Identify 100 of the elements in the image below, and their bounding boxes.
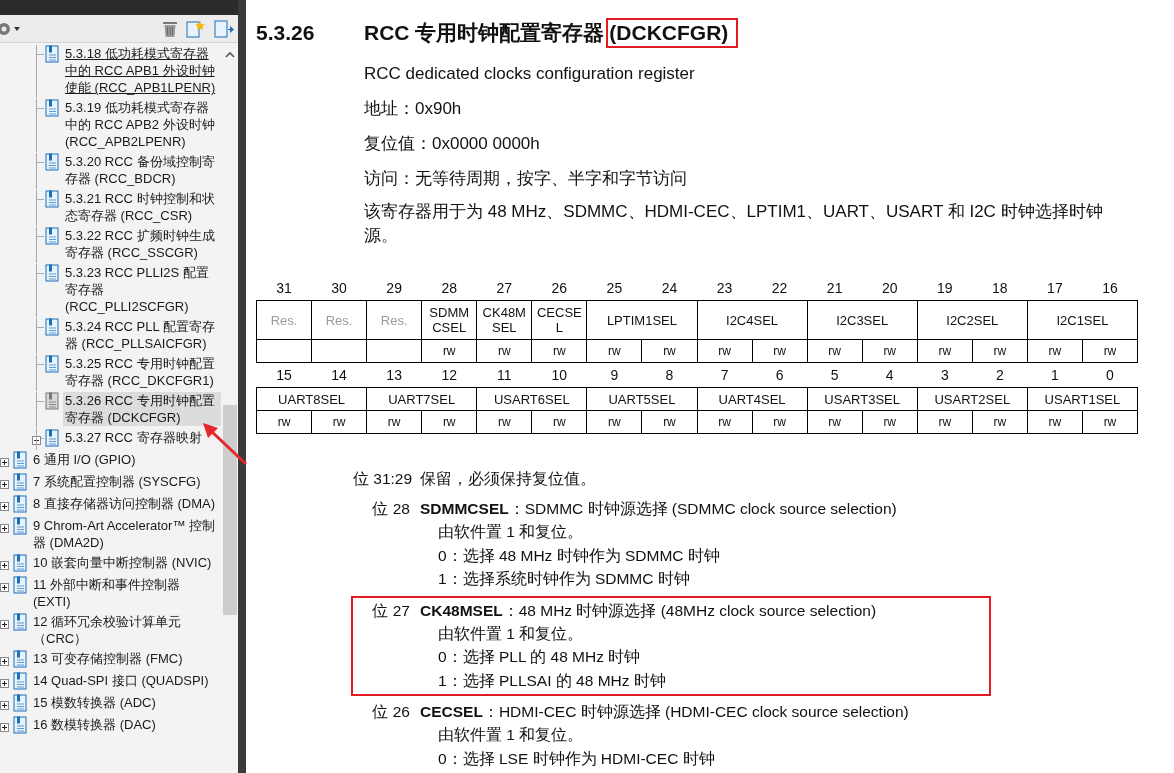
access-cell: rw bbox=[531, 339, 587, 363]
field-name-cell: UART8SEL bbox=[256, 387, 367, 411]
outline-item[interactable]: 5.3.25 RCC 专用时钟配置寄存器 (RCC_DKCFGR1) bbox=[63, 355, 221, 389]
expand-icon[interactable] bbox=[0, 502, 9, 511]
bit-number: 0 bbox=[1082, 362, 1138, 388]
field-name-cell: SDMMCSEL bbox=[421, 300, 477, 340]
expand-icon[interactable] bbox=[0, 679, 9, 688]
outline-item[interactable]: 10 嵌套向量中断控制器 (NVIC) bbox=[31, 554, 221, 571]
outline-item[interactable]: 9 Chrom-Art Accelerator™ 控制器 (DMA2D) bbox=[31, 517, 221, 551]
bit-label: 位 26 bbox=[371, 702, 410, 722]
bit-number: 26 bbox=[531, 276, 587, 301]
bit-number: 19 bbox=[917, 276, 973, 301]
document-icon bbox=[13, 517, 27, 535]
access-cell: rw bbox=[972, 339, 1028, 363]
bit-number: 10 bbox=[531, 362, 587, 388]
field-name-cell: USART3SEL bbox=[807, 387, 918, 411]
document-icon bbox=[45, 429, 59, 447]
field-name-cell: USART2SEL bbox=[917, 387, 1028, 411]
document-icon bbox=[45, 318, 59, 336]
access-cell: rw bbox=[421, 339, 477, 363]
bit-number: 18 bbox=[972, 276, 1028, 301]
document-icon bbox=[13, 694, 27, 712]
bit-label: 位 31:29 bbox=[353, 469, 410, 489]
expand-icon[interactable] bbox=[0, 458, 9, 467]
outline-item[interactable]: 13 可变存储控制器 (FMC) bbox=[31, 650, 221, 667]
document-icon bbox=[13, 576, 27, 594]
access-cell: rw bbox=[807, 410, 863, 434]
bit-number: 6 bbox=[752, 362, 808, 388]
expand-icon[interactable] bbox=[0, 480, 9, 489]
access-cell: rw bbox=[752, 410, 808, 434]
expand-icon[interactable] bbox=[0, 723, 9, 732]
outline-item[interactable]: 8 直接存储器访问控制器 (DMA) bbox=[31, 495, 221, 512]
description-text: 该寄存器用于为 48 MHz、SDMMC、HDMI-CEC、LPTIM1、UART、USART 和 I2C 时钟选择时钟源。 bbox=[364, 201, 1104, 247]
description-line: 1：选择系统时钟作为 SDMMC 时钟 bbox=[438, 569, 691, 589]
document-icon bbox=[45, 227, 59, 245]
field-name-cell: USART1SEL bbox=[1027, 387, 1138, 411]
document-icon bbox=[45, 264, 59, 282]
bit-number: 11 bbox=[476, 362, 532, 388]
bit-number: 21 bbox=[807, 276, 863, 301]
bit-number: 13 bbox=[366, 362, 422, 388]
access-cell: rw bbox=[917, 339, 973, 363]
access-cell: rw bbox=[311, 410, 367, 434]
access-cell: rw bbox=[476, 339, 532, 363]
document-icon bbox=[13, 650, 27, 668]
bit-label: 位 27 bbox=[371, 600, 410, 621]
access-cell: rw bbox=[256, 410, 312, 434]
outline-item[interactable]: 5.3.18 低功耗模式寄存器中的 RCC APB1 外设时钟使能 (RCC_APB1LPENR) bbox=[63, 45, 221, 96]
document-icon bbox=[13, 613, 27, 631]
field-name-cell: UART4SEL bbox=[697, 387, 808, 411]
outline-item[interactable]: 7 系统配置控制器 (SYSCFG) bbox=[31, 473, 221, 490]
expand-icon[interactable] bbox=[0, 620, 9, 629]
outline-item[interactable]: 14 Quad-SPI 接口 (QUADSPI) bbox=[31, 672, 221, 689]
access-cell: rw bbox=[586, 339, 642, 363]
scroll-up-icon[interactable] bbox=[225, 51, 235, 59]
arrow-annotation bbox=[200, 420, 250, 468]
page-arrow-icon[interactable] bbox=[214, 19, 234, 38]
outline-item[interactable]: 12 循环冗余校验计算单元（CRC） bbox=[31, 613, 221, 647]
expand-icon[interactable] bbox=[0, 524, 9, 533]
field-name-cell: I2C1SEL bbox=[1027, 300, 1138, 340]
document-icon bbox=[45, 190, 59, 208]
access-cell: rw bbox=[586, 410, 642, 434]
access-cell: rw bbox=[1082, 410, 1138, 434]
expand-icon[interactable] bbox=[32, 436, 41, 445]
outline-item[interactable]: 6 通用 I/O (GPIO) bbox=[31, 451, 221, 468]
outline-item[interactable]: 5.3.19 低功耗模式寄存器中的 RCC APB2 外设时钟 (RCC_APB2LPENR) bbox=[63, 99, 221, 150]
access-cell: rw bbox=[1082, 339, 1138, 363]
field-name-cell: Res. bbox=[311, 300, 367, 340]
document-icon bbox=[45, 153, 59, 171]
bit-description: CK48MSEL：48 MHz 时钟源选择 (48MHz clock source selection) bbox=[420, 600, 877, 621]
description-line: 1：选择 PLLSAI 的 48 MHz 时钟 bbox=[438, 670, 667, 691]
trash-icon[interactable] bbox=[162, 19, 178, 38]
outline-item[interactable]: 5.3.22 RCC 扩频时钟生成寄存器 (RCC_SSCGR) bbox=[63, 227, 221, 261]
note-star-icon[interactable] bbox=[186, 19, 206, 38]
bit-number: 14 bbox=[311, 362, 367, 388]
access-cell bbox=[311, 339, 367, 363]
outline-item[interactable]: 5.3.20 RCC 备份域控制寄存器 (RCC_BDCR) bbox=[63, 153, 221, 187]
bit-number: 16 bbox=[1082, 276, 1138, 301]
document-icon bbox=[13, 672, 27, 690]
expand-icon[interactable] bbox=[0, 701, 9, 710]
outline-item[interactable]: 5.3.27 RCC 寄存器映射 bbox=[63, 429, 221, 446]
field-name-cell: Res. bbox=[256, 300, 312, 340]
field-name-cell: I2C2SEL bbox=[917, 300, 1028, 340]
outline-item[interactable]: 5.3.23 RCC PLLI2S 配置寄存器 (RCC_PLLI2SCFGR) bbox=[63, 264, 221, 315]
document-icon bbox=[13, 554, 27, 572]
outline-item[interactable]: 5.3.24 RCC PLL 配置寄存器 (RCC_PLLSAICFGR) bbox=[63, 318, 221, 352]
outline-item[interactable]: 15 模数转换器 (ADC) bbox=[31, 694, 221, 711]
expand-icon[interactable] bbox=[0, 657, 9, 666]
bit-number: 22 bbox=[752, 276, 808, 301]
expand-icon[interactable] bbox=[0, 583, 9, 592]
bit-number: 29 bbox=[366, 276, 422, 301]
access-cell: rw bbox=[421, 410, 477, 434]
expand-icon[interactable] bbox=[0, 561, 9, 570]
description-line: 由软件置 1 和复位。 bbox=[438, 522, 585, 542]
outline-item[interactable]: 16 数模转换器 (DAC) bbox=[31, 716, 221, 733]
outline-item[interactable]: 5.3.26 RCC 专用时钟配置寄存器 (DCKCFGR) bbox=[63, 392, 221, 426]
settings-icon[interactable] bbox=[0, 20, 22, 37]
field-name-cell: CECSEL bbox=[531, 300, 587, 340]
outline-item[interactable]: 11 外部中断和事件控制器 (EXTI) bbox=[31, 576, 221, 610]
outline-item[interactable]: 5.3.21 RCC 时钟控制和状态寄存器 (RCC_CSR) bbox=[63, 190, 221, 224]
access-cell: rw bbox=[752, 339, 808, 363]
